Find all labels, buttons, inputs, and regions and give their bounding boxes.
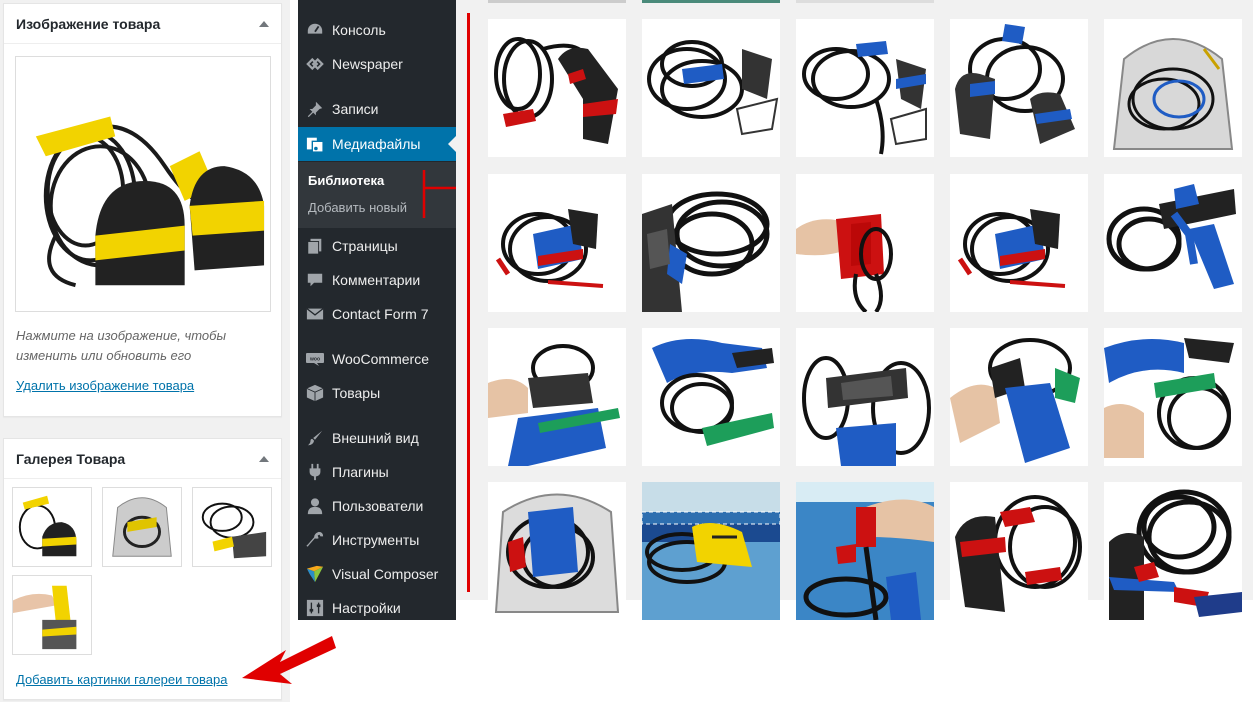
media-thumb[interactable] (488, 482, 626, 620)
gallery-thumb[interactable] (12, 487, 92, 567)
menu-item-contact-form[interactable]: Contact Form 7 (298, 297, 456, 331)
menu-item-media[interactable]: Медиафайлы (298, 127, 456, 161)
media-thumb[interactable] (1104, 328, 1242, 466)
metabox-header: Галерея Товара (4, 439, 281, 479)
box-icon (305, 383, 325, 403)
svg-text:woo: woo (309, 357, 320, 363)
menu-label: Newspaper (332, 56, 403, 72)
brush-icon (305, 428, 325, 448)
dashboard-icon (305, 20, 325, 40)
metabox-title: Изображение товара (16, 15, 161, 32)
submenu-library[interactable]: Библиотека (308, 173, 384, 188)
media-thumb[interactable] (488, 328, 626, 466)
menu-label: Пользователи (332, 498, 424, 514)
page: Изображение товара Нажмите на изображени… (0, 0, 1253, 702)
vc-icon (305, 564, 325, 584)
media-thumb[interactable] (642, 328, 780, 466)
annotation-arrow-icon (242, 636, 336, 684)
mail-icon (305, 304, 325, 324)
media-thumb[interactable] (796, 328, 934, 466)
user-icon (305, 496, 325, 516)
newspaper-icon (305, 54, 325, 74)
media-thumb-partial (642, 0, 780, 3)
menu-label: Плагины (332, 464, 389, 480)
menu-item-appearance[interactable]: Внешний вид (298, 421, 456, 455)
product-sidebar: Изображение товара Нажмите на изображени… (0, 0, 290, 702)
annotation-line (467, 13, 470, 592)
menu-item-dashboard[interactable]: Консоль (298, 13, 456, 47)
gallery-thumb[interactable] (12, 575, 92, 655)
media-thumb[interactable] (488, 174, 626, 312)
media-thumb[interactable] (796, 482, 934, 620)
menu-item-comments[interactable]: Комментарии (298, 263, 456, 297)
menu-item-posts[interactable]: Записи (298, 92, 456, 126)
media-icon (305, 134, 325, 154)
media-thumb[interactable] (642, 482, 780, 620)
settings-icon (305, 598, 325, 618)
pages-icon (305, 236, 325, 256)
woo-icon: woo (305, 349, 325, 369)
gallery-thumb[interactable] (102, 487, 182, 567)
menu-item-plugins[interactable]: Плагины (298, 455, 456, 489)
media-thumb[interactable] (1104, 174, 1242, 312)
menu-item-woocommerce[interactable]: woo WooCommerce (298, 342, 456, 376)
menu-item-users[interactable]: Пользователи (298, 489, 456, 523)
media-thumb[interactable] (950, 174, 1088, 312)
media-library (456, 0, 1253, 620)
media-thumb-partial (488, 0, 626, 3)
collapse-toggle-icon[interactable] (259, 455, 269, 462)
menu-label: Страницы (332, 238, 398, 254)
metabox-title: Галерея Товара (16, 450, 126, 467)
admin-menu: Консоль Newspaper Записи Медиафайлы Библ… (298, 0, 456, 620)
menu-item-newspaper[interactable]: Newspaper (298, 47, 456, 81)
media-thumb[interactable] (950, 19, 1088, 157)
menu-label: Внешний вид (332, 430, 419, 446)
media-thumb[interactable] (796, 19, 934, 157)
menu-label: Комментарии (332, 272, 421, 288)
menu-item-pages[interactable]: Страницы (298, 229, 456, 263)
comment-icon (305, 270, 325, 290)
menu-label: Visual Composer (332, 566, 439, 582)
media-thumb[interactable] (1104, 482, 1242, 620)
menu-item-visual-composer[interactable]: Visual Composer (298, 557, 456, 591)
menu-label: Консоль (332, 22, 386, 38)
menu-label: Записи (332, 101, 379, 117)
menu-item-products[interactable]: Товары (298, 376, 456, 410)
menu-label: Товары (332, 385, 381, 401)
menu-label: Contact Form 7 (332, 306, 429, 322)
menu-label: Инструменты (332, 532, 420, 548)
pin-icon (305, 99, 325, 119)
media-thumb[interactable] (950, 482, 1088, 620)
media-thumb-partial (796, 0, 934, 3)
menu-label: Медиафайлы (332, 136, 421, 152)
image-hint: Нажмите на изображение, чтобы изменить и… (16, 328, 227, 363)
media-thumb[interactable] (796, 174, 934, 312)
product-image-metabox: Изображение товара Нажмите на изображени… (3, 3, 282, 417)
menu-item-tools[interactable]: Инструменты (298, 523, 456, 557)
collapse-toggle-icon[interactable] (259, 20, 269, 27)
media-thumb[interactable] (1104, 19, 1242, 157)
add-gallery-images-link[interactable]: Добавить картинки галереи товара (16, 672, 228, 687)
menu-item-settings[interactable]: Настройки (298, 591, 456, 625)
remove-image-link[interactable]: Удалить изображение товара (16, 378, 194, 393)
plugin-icon (305, 462, 325, 482)
menu-label: WooCommerce (332, 351, 429, 367)
product-image[interactable] (15, 56, 271, 312)
media-thumb[interactable] (642, 19, 780, 157)
active-pointer (448, 136, 456, 152)
gallery-thumb[interactable] (192, 487, 272, 567)
menu-label: Настройки (332, 600, 401, 616)
wrench-icon (305, 530, 325, 550)
metabox-header: Изображение товара (4, 4, 281, 44)
media-thumb[interactable] (642, 174, 780, 312)
media-thumb[interactable] (950, 328, 1088, 466)
media-thumb[interactable] (488, 19, 626, 157)
submenu-add-new[interactable]: Добавить новый (308, 200, 407, 215)
